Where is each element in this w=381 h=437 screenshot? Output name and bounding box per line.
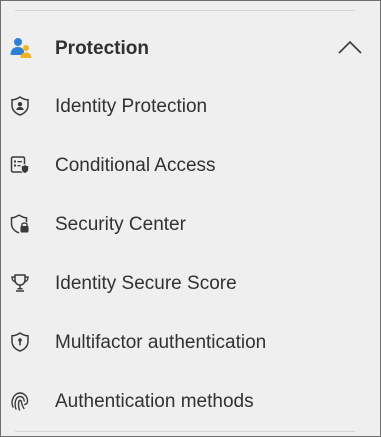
nav-item-identity-protection[interactable]: Identity Protection — [1, 85, 380, 129]
shield-lock-icon — [9, 213, 31, 235]
users-group-icon — [9, 36, 33, 60]
shield-keyhole-icon — [9, 331, 31, 353]
bottom-divider — [15, 431, 355, 432]
nav-item-label: Multifactor authentication — [55, 332, 267, 353]
fingerprint-icon — [9, 390, 31, 412]
shield-person-icon — [9, 95, 31, 117]
protection-section-header[interactable]: Protection — [1, 26, 380, 72]
nav-item-conditional-access[interactable]: Conditional Access — [1, 144, 380, 188]
nav-item-security-center[interactable]: Security Center — [1, 203, 380, 247]
nav-item-label: Security Center — [55, 214, 186, 235]
nav-item-identity-secure-score[interactable]: Identity Secure Score — [1, 262, 380, 306]
chevron-up-icon[interactable] — [337, 39, 363, 55]
trophy-icon — [9, 272, 31, 294]
nav-item-label: Identity Secure Score — [55, 273, 237, 294]
top-divider — [15, 10, 355, 11]
clipboard-shield-icon — [9, 154, 31, 176]
nav-item-label: Identity Protection — [55, 96, 208, 117]
nav-item-label: Authentication methods — [55, 391, 254, 412]
section-title: Protection — [55, 38, 149, 59]
nav-item-multifactor-authentication[interactable]: Multifactor authentication — [1, 321, 380, 365]
nav-item-label: Conditional Access — [55, 155, 216, 176]
protection-nav-panel: Protection Identity Protection Condition… — [0, 0, 381, 437]
nav-item-authentication-methods[interactable]: Authentication methods — [1, 380, 380, 424]
